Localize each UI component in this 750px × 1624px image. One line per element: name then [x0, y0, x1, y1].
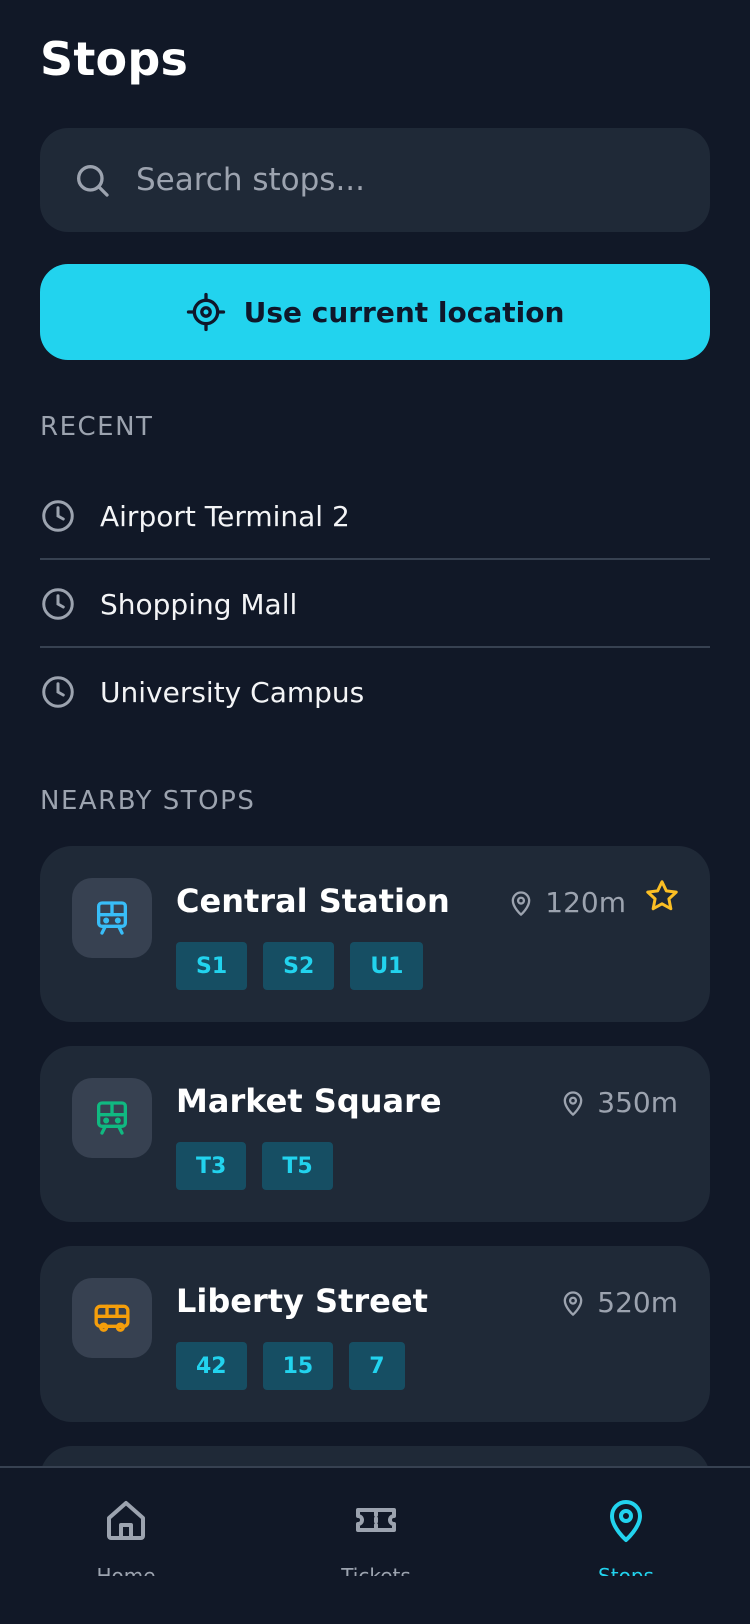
stops-screen: Stops Use current location RECENT Airpor… — [0, 0, 750, 1624]
stop-distance-value: 350m — [597, 1086, 678, 1119]
line-chip[interactable]: S1 — [176, 942, 248, 990]
recent-item-label: Airport Terminal 2 — [100, 499, 350, 533]
clock-icon — [42, 588, 74, 620]
ticket-icon — [356, 1508, 396, 1532]
nav-home-label: Home — [96, 1564, 156, 1576]
page-title: Stops — [40, 32, 189, 86]
stop-card-central-station[interactable]: Central Station 120m S1 S2 U1 — [40, 846, 710, 1022]
line-chip[interactable]: 15 — [262, 1342, 334, 1390]
line-chip[interactable]: 42 — [176, 1342, 247, 1390]
stop-distance: 520m — [559, 1286, 678, 1319]
search-bar[interactable] — [40, 128, 710, 232]
bottom-nav: Home Tickets Stops — [0, 1466, 750, 1624]
map-pin-icon — [610, 1500, 642, 1542]
line-chip[interactable]: U1 — [350, 942, 424, 990]
stop-lines: T3 T5 — [176, 1142, 333, 1190]
stop-type-icon — [72, 1278, 152, 1358]
recent-item[interactable]: University Campus — [40, 648, 710, 736]
nav-tickets-label: Tickets — [341, 1564, 411, 1576]
stop-distance-value: 120m — [545, 886, 626, 919]
stop-card-market-square[interactable]: Market Square 350m T3 T5 — [40, 1046, 710, 1222]
stop-name: Liberty Street — [176, 1282, 428, 1320]
train-icon — [97, 901, 128, 935]
stop-lines: S1 S2 U1 — [176, 942, 424, 990]
line-chip[interactable]: T5 — [262, 1142, 333, 1190]
nav-home[interactable]: Home — [66, 1496, 186, 1596]
recent-item[interactable]: Shopping Mall — [40, 560, 710, 648]
clock-icon — [42, 500, 74, 532]
stop-lines: 42 15 7 — [176, 1342, 405, 1390]
nav-stops-label: Stops — [598, 1564, 654, 1576]
line-chip[interactable]: S2 — [263, 942, 335, 990]
bus-icon — [94, 1304, 130, 1332]
nav-stops[interactable]: Stops — [566, 1496, 686, 1596]
line-chip[interactable]: T3 — [176, 1142, 247, 1190]
tram-icon — [97, 1101, 128, 1135]
recent-section-label: RECENT — [40, 412, 154, 442]
stop-name: Central Station — [176, 882, 450, 920]
map-pin-icon — [511, 890, 531, 916]
map-pin-icon — [563, 1290, 583, 1316]
recent-item[interactable]: Airport Terminal 2 — [40, 472, 710, 560]
stop-name: Market Square — [176, 1082, 442, 1120]
search-input[interactable] — [136, 162, 656, 198]
use-current-location-button[interactable]: Use current location — [40, 264, 710, 360]
stop-distance: 120m — [507, 886, 626, 919]
stop-distance: 350m — [559, 1086, 678, 1119]
crosshair-icon — [186, 292, 225, 332]
line-chip[interactable]: 7 — [349, 1342, 405, 1390]
stop-type-icon — [72, 878, 152, 958]
clock-icon — [42, 676, 74, 708]
stop-card-liberty-street[interactable]: Liberty Street 520m 42 15 7 — [40, 1246, 710, 1422]
recent-item-label: University Campus — [100, 675, 365, 709]
map-pin-icon — [563, 1090, 583, 1116]
search-icon — [77, 165, 109, 197]
stop-distance-value: 520m — [597, 1286, 678, 1319]
nearby-section-label: NEARBY STOPS — [40, 786, 256, 816]
stop-type-icon — [72, 1078, 152, 1158]
nav-tickets[interactable]: Tickets — [316, 1496, 436, 1596]
use-current-location-label: Use current location — [243, 295, 565, 329]
recent-item-label: Shopping Mall — [100, 587, 298, 621]
home-icon — [107, 1501, 145, 1540]
favorite-star-icon[interactable] — [644, 878, 680, 914]
